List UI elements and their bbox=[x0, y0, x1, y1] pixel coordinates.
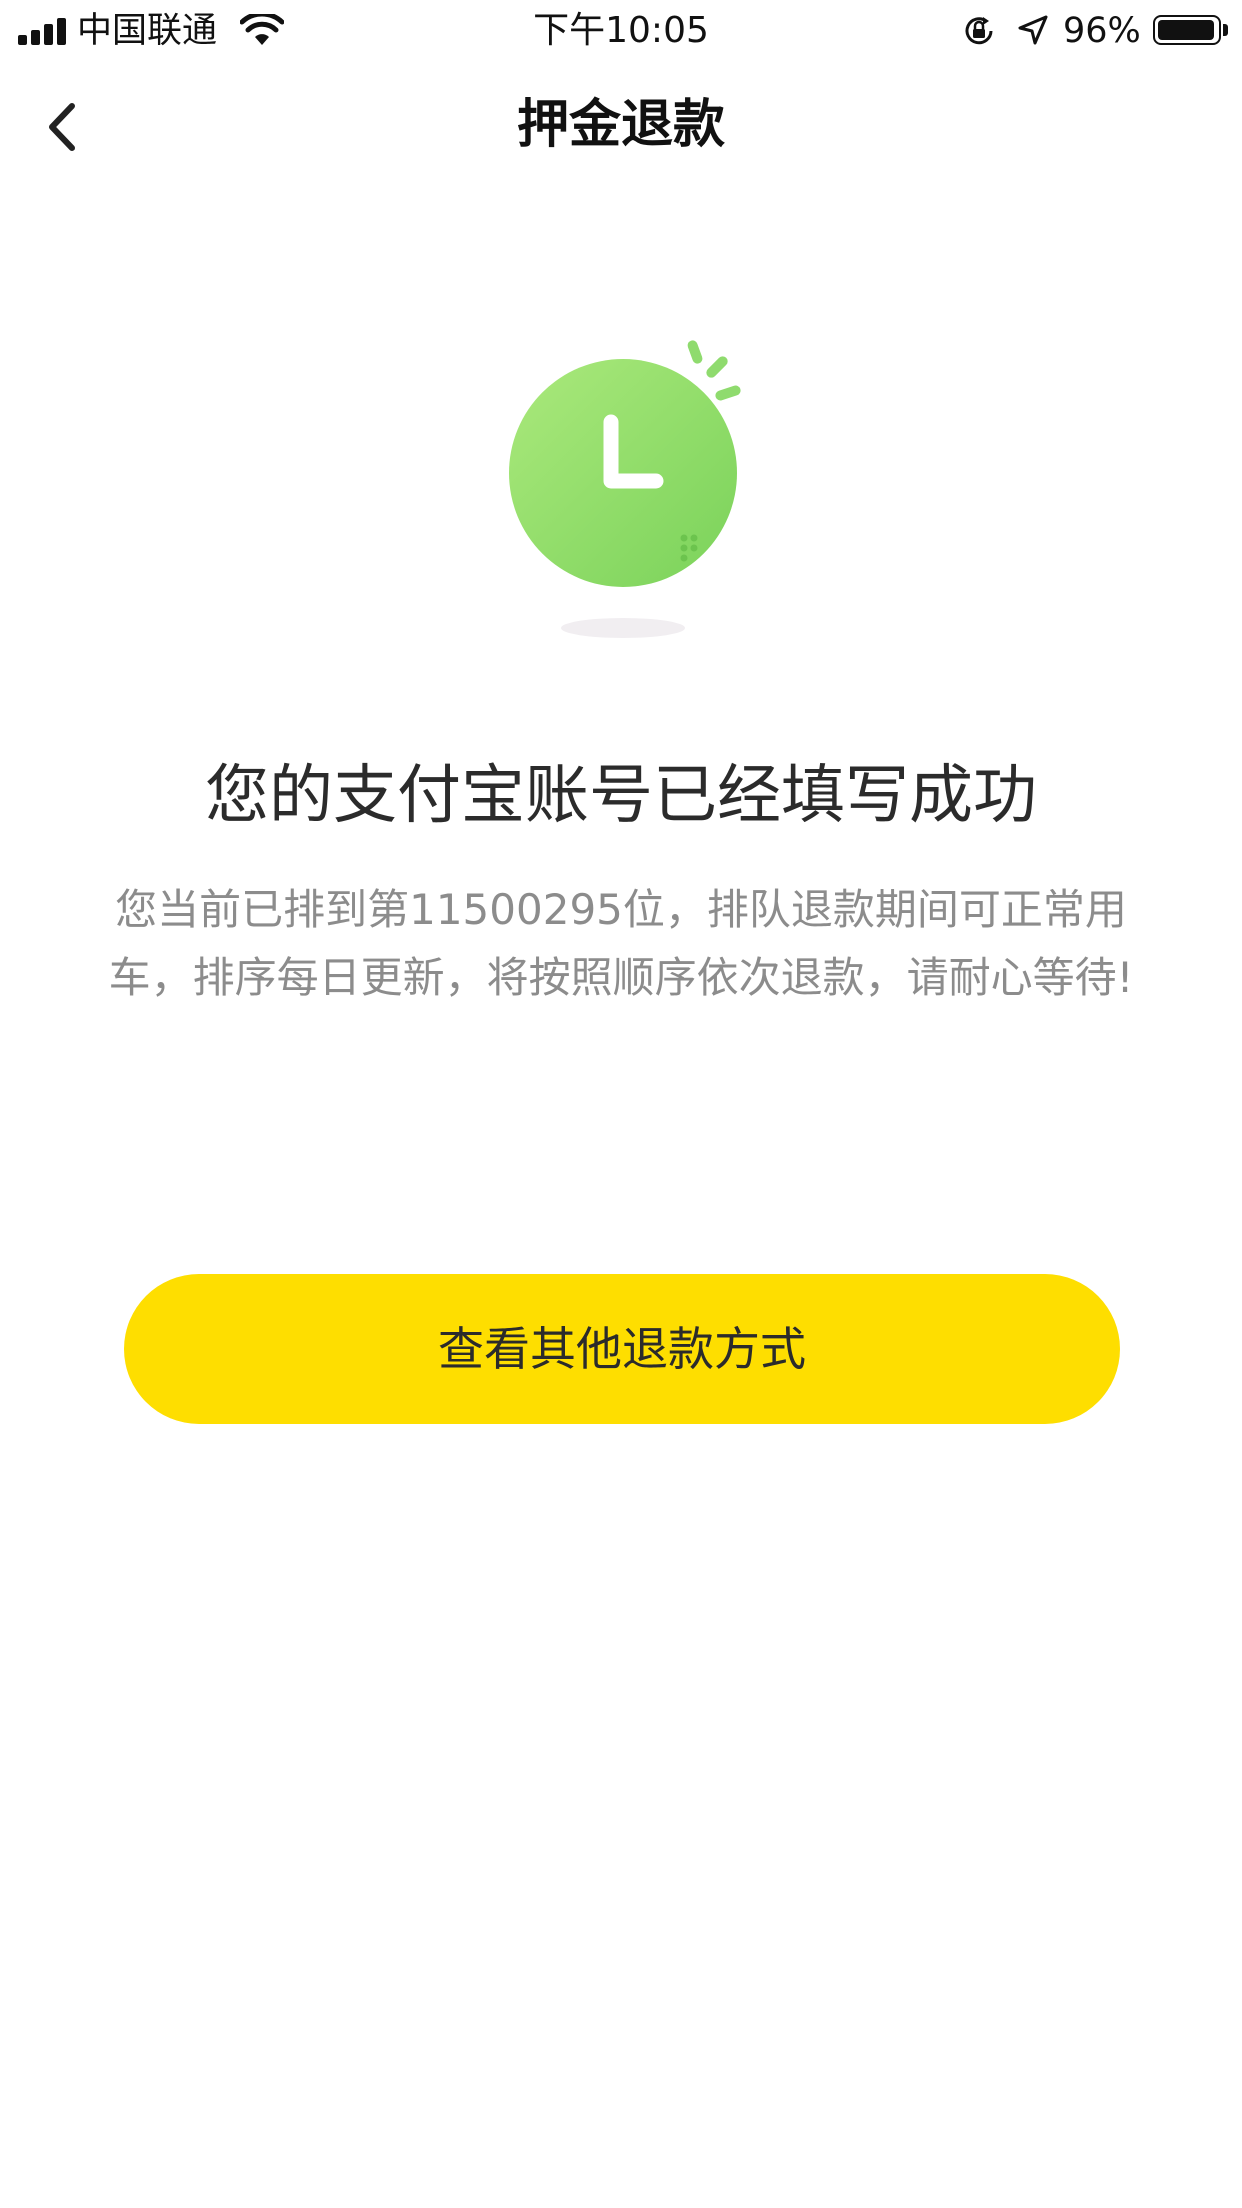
other-refund-methods-button[interactable]: 查看其他退款方式 bbox=[124, 1274, 1120, 1424]
clock-shadow bbox=[561, 618, 685, 638]
battery-cap bbox=[1223, 24, 1228, 36]
battery-percent: 96% bbox=[1063, 11, 1141, 51]
refund-screen: 中国联通 下午10:05 96% 押金退款 您的支付宝账号已经填写成功 您当前已… bbox=[0, 0, 1242, 2208]
clock-face bbox=[509, 359, 737, 587]
clock-icon bbox=[509, 340, 741, 638]
status-bar: 中国联通 下午10:05 96% bbox=[0, 0, 1242, 62]
battery-icon bbox=[1153, 15, 1221, 45]
orientation-lock-icon bbox=[965, 17, 993, 45]
success-headline: 您的支付宝账号已经填写成功 bbox=[205, 759, 1037, 833]
status-time: 下午10:05 bbox=[533, 10, 709, 51]
queue-description: 您当前已排到第11500295位，排队退款期间可正常用车，排序每日更新，将按照顺… bbox=[108, 885, 1134, 1002]
navigation-bar: 押金退款 bbox=[0, 62, 1242, 192]
page-title: 押金退款 bbox=[516, 95, 725, 155]
location-icon bbox=[1018, 15, 1048, 45]
